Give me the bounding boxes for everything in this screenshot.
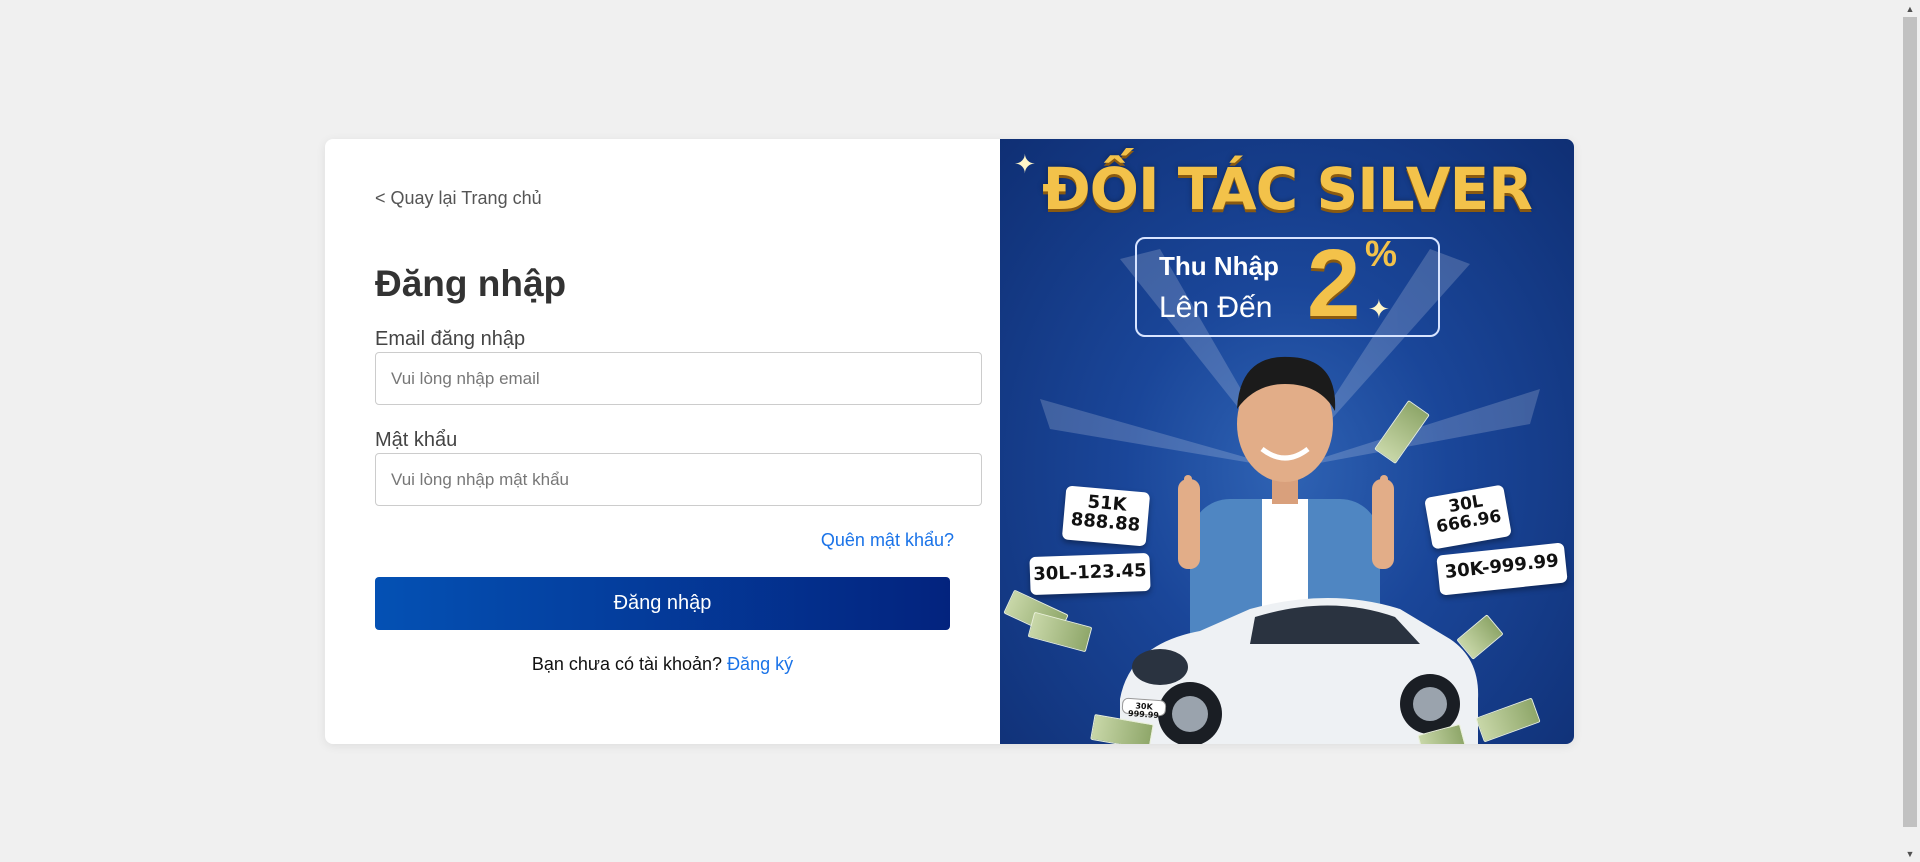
scroll-down-arrow-icon[interactable]: ▼ <box>1900 845 1920 862</box>
license-plate: 51K 888.88 <box>1061 485 1151 547</box>
car-illustration <box>1120 598 1479 744</box>
sparkle-icon: ✦ <box>1014 149 1036 179</box>
signup-prompt: Bạn chưa có tài khoản? Đăng ký <box>375 654 950 675</box>
income-line2: Lên Đến <box>1159 291 1273 324</box>
page-title: Đăng nhập <box>375 263 567 304</box>
email-label: Email đăng nhập <box>375 328 526 350</box>
license-plate: 30L-123.45 <box>1029 552 1151 596</box>
income-line1: Thu Nhập <box>1159 251 1279 281</box>
signup-prompt-text: Bạn chưa có tài khoản? <box>531 654 728 674</box>
password-field[interactable] <box>375 453 982 506</box>
banner-illustration <box>1040 249 1540 744</box>
forgot-password-link[interactable]: Quên mật khẩu? <box>821 530 954 551</box>
back-to-home-link[interactable]: < Quay lại Trang chủ <box>375 188 542 209</box>
sparkle-icon: ✦ <box>1368 294 1390 324</box>
login-card: < Quay lại Trang chủ Đăng nhập Email đăn… <box>325 139 1574 744</box>
login-button[interactable]: Đăng nhập <box>375 577 950 630</box>
income-unit: % <box>1365 233 1398 274</box>
vertical-scrollbar[interactable]: ▲ ▼ <box>1900 0 1920 862</box>
income-badge: Thu Nhập Lên Đến 2 % <box>1135 230 1440 337</box>
scroll-up-arrow-icon[interactable]: ▲ <box>1900 0 1920 17</box>
email-field[interactable] <box>375 352 982 405</box>
banner-title: ĐỐI TÁC SILVER <box>1042 155 1533 223</box>
car-plate: 30K 999.99 <box>1121 697 1167 720</box>
login-form-panel: < Quay lại Trang chủ Đăng nhập Email đăn… <box>325 139 1000 744</box>
signup-link[interactable]: Đăng ký <box>727 654 793 674</box>
password-label: Mật khẩu <box>375 429 458 451</box>
income-value: 2 <box>1307 230 1361 337</box>
scroll-thumb[interactable] <box>1903 17 1917 827</box>
promo-banner: ĐỐI TÁC SILVER Thu Nhập Lên Đến 2 % ✦ ✦ … <box>1000 139 1574 744</box>
